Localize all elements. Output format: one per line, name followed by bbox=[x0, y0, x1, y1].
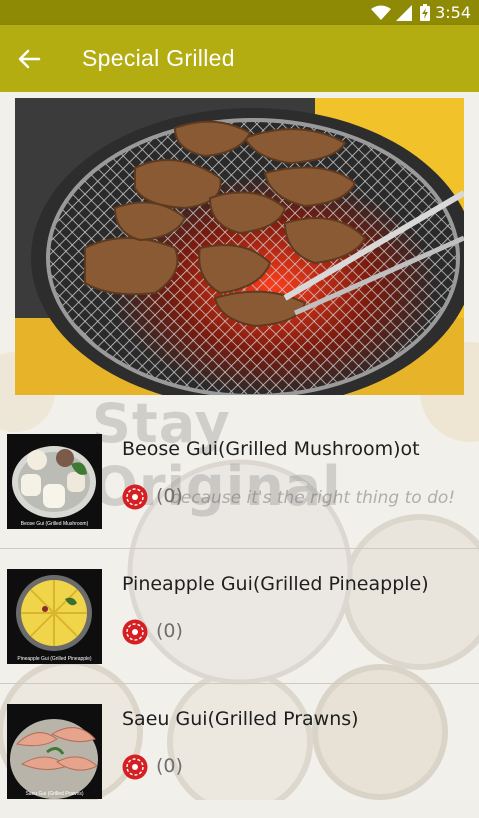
rating-count: (0) bbox=[156, 485, 183, 507]
thumbnail-caption: Saeu Gui (Grilled Prawns) bbox=[25, 791, 84, 797]
list-item[interactable]: Beose Gui (Grilled Mushroom) Beose Gui(G… bbox=[0, 414, 479, 548]
rating-count: (0) bbox=[156, 755, 183, 777]
rating-badge-icon bbox=[122, 484, 148, 510]
rating-badge-icon bbox=[122, 619, 148, 645]
item-name: Saeu Gui(Grilled Prawns) bbox=[122, 708, 359, 730]
rating-badge-icon bbox=[122, 754, 148, 780]
item-name: Beose Gui(Grilled Mushroom)ot bbox=[122, 438, 420, 460]
wifi-icon bbox=[371, 5, 391, 20]
app-bar: Special Grilled bbox=[0, 25, 479, 92]
list-item[interactable]: Pineapple Gui (Grilled Pineapple) Pineap… bbox=[0, 549, 479, 683]
item-thumbnail-pineapple: Pineapple Gui (Grilled Pineapple) bbox=[7, 569, 102, 664]
item-thumbnail-prawns: Saeu Gui (Grilled Prawns) bbox=[7, 704, 102, 799]
page-title: Special Grilled bbox=[82, 45, 235, 71]
battery-icon bbox=[420, 4, 430, 21]
back-arrow-icon[interactable] bbox=[12, 42, 46, 76]
thumbnail-caption: Pineapple Gui (Grilled Pineapple) bbox=[17, 656, 92, 662]
signal-icon bbox=[396, 5, 412, 21]
item-thumbnail-mushroom: Beose Gui (Grilled Mushroom) bbox=[7, 434, 102, 529]
thumbnail-caption: Beose Gui (Grilled Mushroom) bbox=[20, 521, 89, 527]
status-time: 3:54 bbox=[435, 3, 471, 22]
item-name: Pineapple Gui(Grilled Pineapple) bbox=[122, 573, 429, 595]
rating-count: (0) bbox=[156, 620, 183, 642]
list-item[interactable]: Saeu Gui (Grilled Prawns) Saeu Gui(Grill… bbox=[0, 684, 479, 818]
status-bar: 3:54 bbox=[0, 0, 479, 25]
hero-grill-image bbox=[15, 98, 464, 395]
